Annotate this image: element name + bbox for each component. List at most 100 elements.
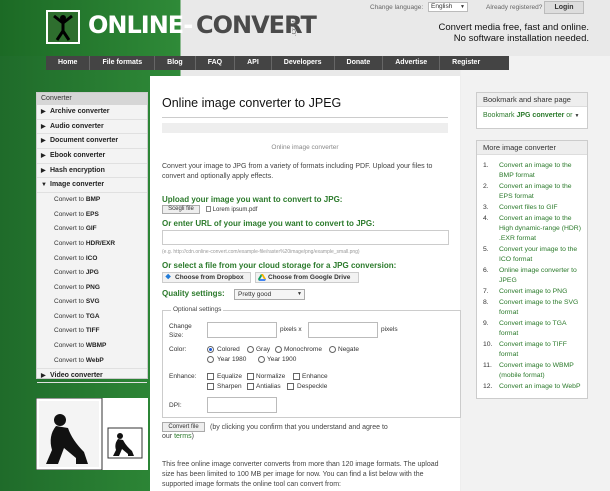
sidebar-subitem-png[interactable]: Convert to PNG bbox=[37, 281, 147, 296]
enhance-despeckle-checkbox[interactable] bbox=[287, 383, 294, 390]
color-colored-radio[interactable] bbox=[207, 346, 214, 353]
sidebar-subitem-webp[interactable]: Convert to WebP bbox=[37, 354, 147, 369]
color-label: Color: bbox=[169, 346, 187, 353]
url-input[interactable] bbox=[162, 230, 449, 245]
sidebar-subitem-tga[interactable]: Convert to TGA bbox=[37, 310, 147, 325]
sidebar-subitem-bmp[interactable]: Convert to BMP bbox=[37, 193, 147, 208]
height-input[interactable] bbox=[308, 322, 378, 338]
more-item-png[interactable]: 7. Convert image to PNG bbox=[483, 287, 581, 297]
google-drive-label: Choose from Google Drive bbox=[268, 274, 351, 281]
logo-text-online[interactable]: ONLINE- bbox=[88, 11, 193, 39]
sub-prefix: Convert to bbox=[54, 225, 84, 233]
nav-advertise[interactable]: Advertise bbox=[383, 56, 441, 70]
pixels-x-label: pixels x bbox=[280, 326, 302, 333]
bookmark-or: or bbox=[566, 112, 573, 119]
more-item-wbmp[interactable]: 11. Convert image to WBMP (mobile format) bbox=[483, 361, 581, 381]
more-item-eps[interactable]: 2. Convert an image to the EPS format bbox=[483, 182, 581, 202]
enhance-equalize-checkbox[interactable] bbox=[207, 373, 214, 380]
sidebar-item-video-converter[interactable]: ▶ Video converter bbox=[37, 368, 147, 383]
color-monochrome-label: Monochrome bbox=[284, 346, 322, 353]
more-item-gif[interactable]: 3. Convert files to GIF bbox=[483, 203, 581, 213]
color-colored-label: Colored bbox=[217, 346, 240, 353]
sidebar-subitem-eps[interactable]: Convert to EPS bbox=[37, 208, 147, 223]
pixels-label: pixels bbox=[381, 326, 398, 333]
change-language-label: Change language: bbox=[370, 4, 424, 11]
nav-register[interactable]: Register bbox=[440, 56, 492, 70]
nav-developers[interactable]: Developers bbox=[272, 56, 335, 70]
width-input[interactable] bbox=[207, 322, 277, 338]
main-nav: Home File formats Blog FAQ API Developer… bbox=[46, 56, 509, 70]
nav-donate[interactable]: Donate bbox=[335, 56, 384, 70]
sidebar-item-ebook-converter[interactable]: ▶ Ebook converter bbox=[37, 149, 147, 164]
nav-api[interactable]: API bbox=[235, 56, 272, 70]
nav-blog[interactable]: Blog bbox=[155, 56, 196, 70]
sidebar-subitem-ico[interactable]: Convert to ICO bbox=[37, 252, 147, 267]
bookmark-text: Bookmark bbox=[483, 112, 515, 119]
more-item-svg[interactable]: 8. Convert image to the SVG format bbox=[483, 298, 581, 318]
chevron-down-icon: ▼ bbox=[460, 4, 465, 10]
more-item-bmp[interactable]: 1. Convert an image to the BMP format bbox=[483, 161, 581, 181]
more-item-hdr[interactable]: 4. Convert an image to the High dynamic-r… bbox=[483, 214, 581, 245]
intro-text: Convert your image to JPG from a variety… bbox=[162, 163, 433, 180]
sub-format: JPG bbox=[85, 269, 99, 277]
nav-home[interactable]: Home bbox=[46, 56, 91, 70]
footer-text: This free online image converter convert… bbox=[162, 461, 439, 488]
more-item-ico[interactable]: 5. Convert your image to the ICO format bbox=[483, 245, 581, 265]
sub-prefix: Convert to bbox=[54, 327, 84, 335]
sidebar-item-archive-converter[interactable]: ▶ Archive converter bbox=[37, 105, 147, 120]
google-drive-button[interactable]: Choose from Google Drive bbox=[255, 272, 359, 283]
sidebar-subitem-gif[interactable]: Convert to GIF bbox=[37, 222, 147, 237]
confirm-text-end: our terms) bbox=[162, 433, 194, 440]
enhance-sharpen-checkbox[interactable] bbox=[207, 383, 214, 390]
convert-file-button[interactable]: Convert file bbox=[162, 422, 205, 432]
sidebar-subitem-jpg[interactable]: Convert to JPG bbox=[37, 266, 147, 281]
color-monochrome-radio[interactable] bbox=[275, 346, 282, 353]
sidebar-item-hash-encryption[interactable]: ▶ Hash encryption bbox=[37, 164, 147, 179]
color-year-1980-radio[interactable] bbox=[207, 356, 214, 363]
color-negate-radio[interactable] bbox=[329, 346, 336, 353]
sidebar-item-document-converter[interactable]: ▶ Document converter bbox=[37, 134, 147, 150]
more-item-tga[interactable]: 9. Convert image to TGA format bbox=[483, 319, 581, 339]
sub-format: ICO bbox=[85, 254, 98, 262]
sidebar-item-label: Audio converter bbox=[50, 122, 104, 130]
more-converters-list: 1. Convert an image to the BMP format 2. C… bbox=[477, 155, 587, 392]
nav-file-formats[interactable]: File formats bbox=[90, 56, 156, 70]
more-item-webp[interactable]: 12. Convert an image to WebP bbox=[483, 382, 581, 392]
sidebar-item-audio-converter[interactable]: ▶ Audio converter bbox=[37, 120, 147, 135]
color-year-1900-radio[interactable] bbox=[258, 356, 265, 363]
bookmark-box: Bookmark and share page Bookmark JPG con… bbox=[476, 92, 588, 129]
enhance-normalize-checkbox[interactable] bbox=[247, 373, 254, 380]
sidebar-subitem-tiff[interactable]: Convert to TIFF bbox=[37, 324, 147, 339]
dpi-input[interactable] bbox=[207, 397, 277, 413]
sub-prefix: Convert to bbox=[54, 239, 84, 247]
sidebar-item-image-converter[interactable]: ▼ Image converter bbox=[37, 178, 147, 194]
more-item-jpeg[interactable]: 6. Online image converter to JPEG bbox=[483, 266, 581, 286]
language-select[interactable]: English ▼ bbox=[428, 2, 468, 12]
more-item-label: Online image converter to JPEG bbox=[499, 267, 577, 285]
already-registered-text: Already registered? bbox=[486, 4, 543, 11]
chevron-down-icon: ▼ bbox=[574, 113, 580, 119]
confirm-text: (by clicking you confirm that you unders… bbox=[210, 424, 388, 431]
sidebar-subitem-hdr-exr[interactable]: Convert to HDR/EXR bbox=[37, 237, 147, 252]
dropbox-button[interactable]: ❖ Choose from Dropbox bbox=[162, 272, 251, 283]
change-size-label: Change Size: bbox=[169, 323, 192, 339]
enhance-antialias-checkbox[interactable] bbox=[247, 383, 254, 390]
terms-link[interactable]: terms bbox=[174, 433, 192, 440]
sub-prefix: Convert to bbox=[54, 196, 84, 204]
sidebar-subitem-wbmp[interactable]: Convert to WBMP bbox=[37, 339, 147, 354]
logo-icon[interactable] bbox=[46, 10, 80, 44]
login-button[interactable]: Login bbox=[544, 1, 584, 14]
choose-file-button[interactable]: Scegli file bbox=[162, 205, 200, 214]
caret-right-icon: ▶ bbox=[41, 373, 46, 380]
sub-format: WBMP bbox=[85, 342, 107, 350]
more-item-tiff[interactable]: 10. Convert image to TIFF format bbox=[483, 340, 581, 360]
more-item-label: Convert an image to the High dynamic-ran… bbox=[499, 214, 581, 243]
sidebar-subitem-svg[interactable]: Convert to SVG bbox=[37, 295, 147, 310]
bookmark-link[interactable]: Bookmark JPG converter or ▼ bbox=[483, 112, 579, 119]
enhance-enhance-checkbox[interactable] bbox=[293, 373, 300, 380]
sub-format: BMP bbox=[85, 196, 101, 204]
color-gray-radio[interactable] bbox=[247, 346, 254, 353]
nav-faq[interactable]: FAQ bbox=[196, 56, 236, 70]
quality-select[interactable]: Pretty good ▼ bbox=[234, 289, 305, 300]
sub-prefix: Convert to bbox=[54, 312, 84, 320]
